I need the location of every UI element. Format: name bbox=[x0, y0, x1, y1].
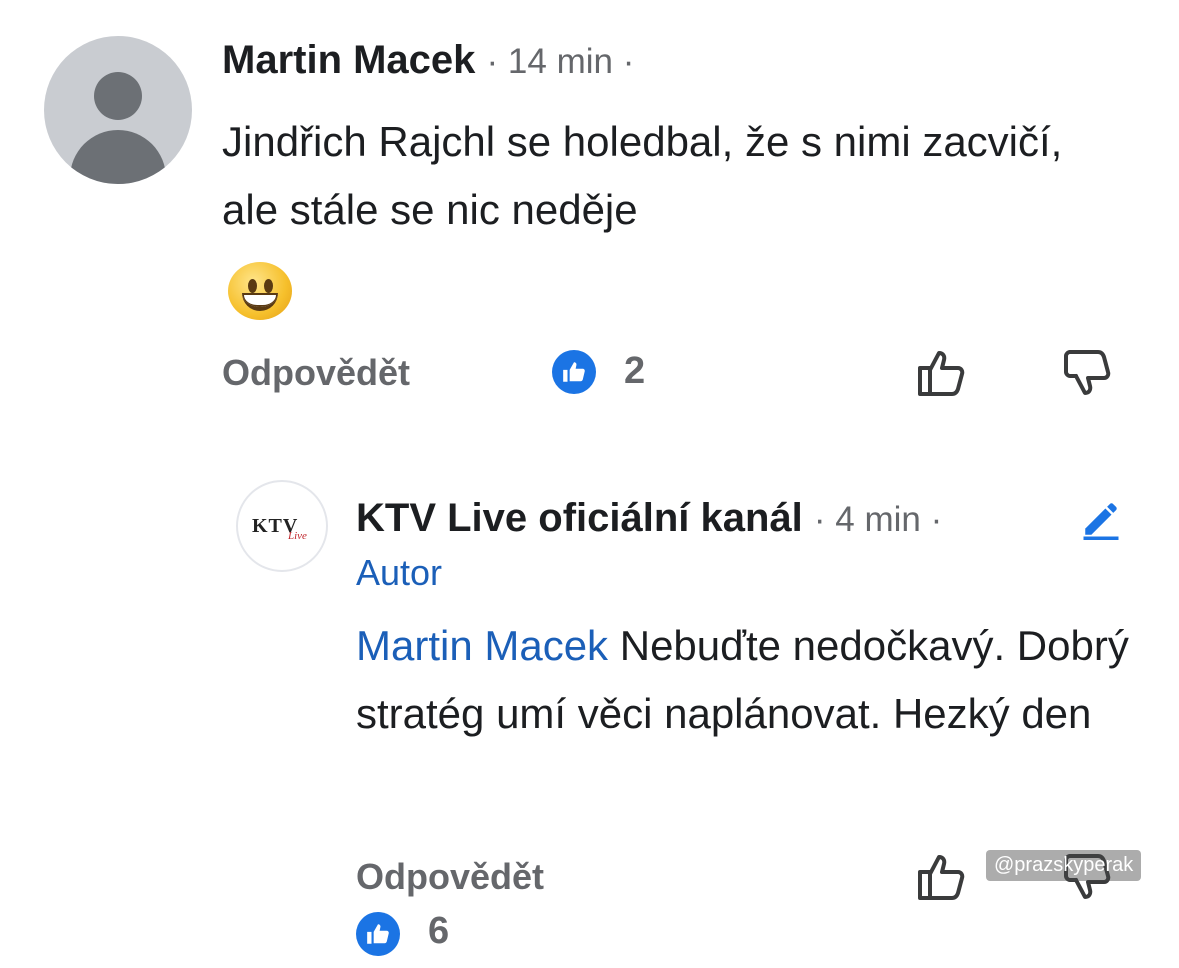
reply-author[interactable]: KTV Live oficiální kanál · 4 min · bbox=[356, 496, 942, 541]
comment-text: Jindřich Rajchl se holedbal, že s nimi z… bbox=[222, 118, 1063, 233]
thumbs-down-icon[interactable] bbox=[1060, 344, 1116, 400]
comment-author-name[interactable]: Martin Macek bbox=[222, 38, 475, 82]
like-reaction-icon bbox=[356, 912, 400, 956]
mention-link[interactable]: Martin Macek bbox=[356, 622, 608, 669]
avatar-martin-macek[interactable] bbox=[44, 36, 192, 184]
comment-timestamp: · 14 min · bbox=[486, 42, 635, 81]
reply-author-name[interactable]: KTV Live oficiální kanál bbox=[356, 496, 803, 540]
edit-pencil-icon[interactable] bbox=[1080, 498, 1122, 540]
thumbs-up-icon[interactable] bbox=[914, 344, 970, 400]
ktv-logo-live: Live bbox=[288, 530, 307, 542]
author-badge: Autor bbox=[356, 552, 443, 593]
like-reaction-icon bbox=[552, 350, 596, 394]
reply-like-count: 6 bbox=[428, 910, 450, 952]
thumbs-up-icon[interactable] bbox=[914, 848, 970, 904]
comment-like-count: 2 bbox=[624, 350, 646, 392]
avatar-ktv-live[interactable]: KTV Live bbox=[236, 480, 328, 572]
reply-reply-button[interactable]: Odpovědět bbox=[356, 856, 544, 898]
grinning-face-icon bbox=[228, 262, 292, 320]
avatar-body bbox=[70, 130, 166, 184]
reply-text: Martin Macek Nebuďte nedočkavý. Dobrý st… bbox=[356, 612, 1136, 748]
avatar-head bbox=[94, 72, 142, 120]
reply-timestamp: · 4 min · bbox=[813, 500, 943, 539]
watermark: @prazskyperak bbox=[986, 850, 1142, 881]
comment-author[interactable]: Martin Macek · 14 min · bbox=[222, 38, 634, 83]
reply-button[interactable]: Odpovědět bbox=[222, 352, 410, 394]
